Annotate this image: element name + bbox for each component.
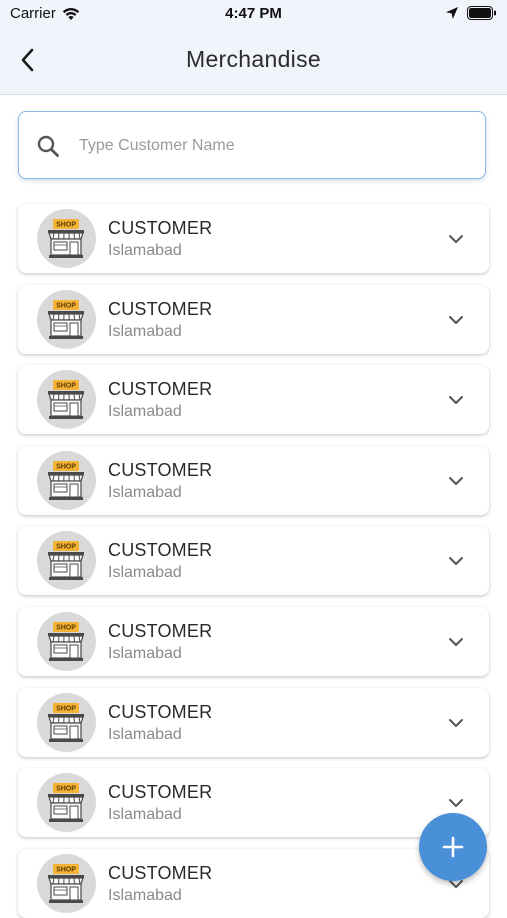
shop-badge-label: SHOP [56,463,76,470]
customer-name: CUSTOMER [108,782,213,803]
customer-city: Islamabad [108,564,182,582]
shop-icon: SHOP [48,380,84,420]
customer-city: Islamabad [108,242,182,259]
shop-icon: SHOP [48,219,84,258]
shop-badge-label: SHOP [56,302,76,309]
customer-name: CUSTOMER [108,459,213,480]
shop-badge-label: SHOP [56,866,76,873]
customer-city: Islamabad [108,886,182,904]
shop-icon: SHOP [48,702,84,742]
customer-city: Islamabad [108,806,182,824]
customer-name: CUSTOMER [108,701,213,722]
shop-badge-label: SHOP [56,625,76,632]
customer-card[interactable]: SHOP CUSTOMER Islamabad [18,526,489,596]
shop-icon: SHOP [48,783,84,823]
shop-avatar: SHOP [37,531,96,591]
customer-name: CUSTOMER [108,218,213,238]
shop-icon: SHOP [48,460,84,500]
shop-avatar: SHOP [37,773,96,833]
shop-badge-label: SHOP [56,383,76,390]
chevron-down-icon[interactable] [447,794,465,812]
shop-icon: SHOP [48,622,84,661]
shop-avatar: SHOP [37,209,96,268]
shop-badge-label: SHOP [56,222,76,229]
status-right-icons [445,6,497,20]
search-icon [37,135,59,157]
shop-avatar: SHOP [37,612,96,671]
app-bar: Merchandise [0,28,507,95]
shop-avatar: SHOP [37,370,96,430]
chevron-down-icon[interactable] [447,633,465,651]
chevron-down-icon[interactable] [447,472,465,490]
battery-icon [467,6,496,20]
shop-icon: SHOP [48,299,84,339]
chevron-down-icon[interactable] [447,230,465,248]
customer-city: Islamabad [108,725,182,743]
chevron-down-icon[interactable] [447,714,465,732]
customer-name: CUSTOMER [108,379,213,400]
customer-card[interactable]: SHOP CUSTOMER Islamabad [18,768,489,838]
customer-card[interactable]: SHOP CUSTOMER Islamabad [18,284,489,354]
add-customer-button[interactable] [419,813,487,881]
customer-card[interactable]: SHOP CUSTOMER Islamabad [18,687,489,757]
page-title: Merchandise [186,46,321,72]
customer-city: Islamabad [108,645,182,662]
customer-name: CUSTOMER [108,621,213,641]
search-input[interactable] [77,130,471,162]
customer-card[interactable]: SHOP CUSTOMER Islamabad [18,848,489,918]
shop-badge-label: SHOP [56,705,76,712]
chevron-down-icon[interactable] [447,311,465,329]
customer-name: CUSTOMER [108,540,213,561]
status-time: 4:47 PM [225,5,282,22]
location-arrow-icon [446,7,458,19]
customer-card[interactable]: SHOP CUSTOMER Islamabad [18,445,489,515]
chevron-down-icon[interactable] [447,391,465,409]
shop-avatar: SHOP [37,853,96,913]
customer-name: CUSTOMER [108,862,213,883]
shop-icon: SHOP [48,863,84,903]
plus-icon [442,836,464,858]
status-bar: Carrier 4:47 PM [0,0,507,28]
chevron-down-icon[interactable] [447,552,465,570]
customer-card[interactable]: SHOP CUSTOMER Islamabad [18,365,489,435]
customer-city: Islamabad [108,322,182,340]
shop-badge-label: SHOP [56,544,76,551]
shop-badge-label: SHOP [56,786,76,793]
customer-card[interactable]: SHOP CUSTOMER Islamabad [18,607,489,676]
shop-avatar: SHOP [37,692,96,752]
search-box[interactable] [18,111,486,179]
shop-avatar: SHOP [37,289,96,349]
customer-name: CUSTOMER [108,298,213,319]
shop-avatar: SHOP [37,450,96,510]
customer-city: Islamabad [108,403,182,421]
customer-city: Islamabad [108,483,182,501]
shop-icon: SHOP [48,541,84,581]
customer-card[interactable]: SHOP CUSTOMER Islamabad [18,204,489,273]
